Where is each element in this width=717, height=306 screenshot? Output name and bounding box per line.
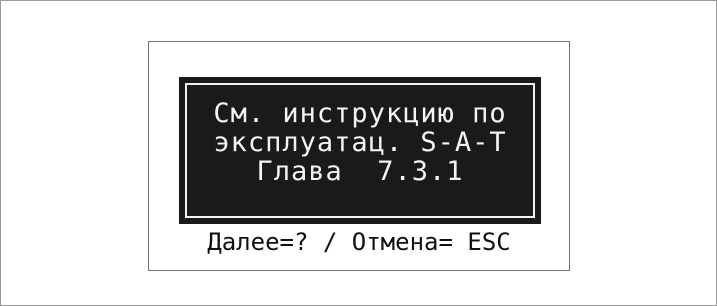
message-line-1: См. инструкцию по [213, 98, 507, 129]
message-line-3: Глава 7.3.1 [256, 156, 464, 187]
navigation-prompt: Далее=? / Отмена= ESC [207, 228, 511, 256]
screen-frame: См. инструкцию по эксплуатац. S-A-T Глав… [0, 0, 717, 306]
message-box: См. инструкцию по эксплуатац. S-A-T Глав… [179, 77, 541, 224]
lcd-display: См. инструкцию по эксплуатац. S-A-T Глав… [148, 41, 570, 271]
message-line-2: эксплуатац. S-A-T [213, 127, 507, 158]
